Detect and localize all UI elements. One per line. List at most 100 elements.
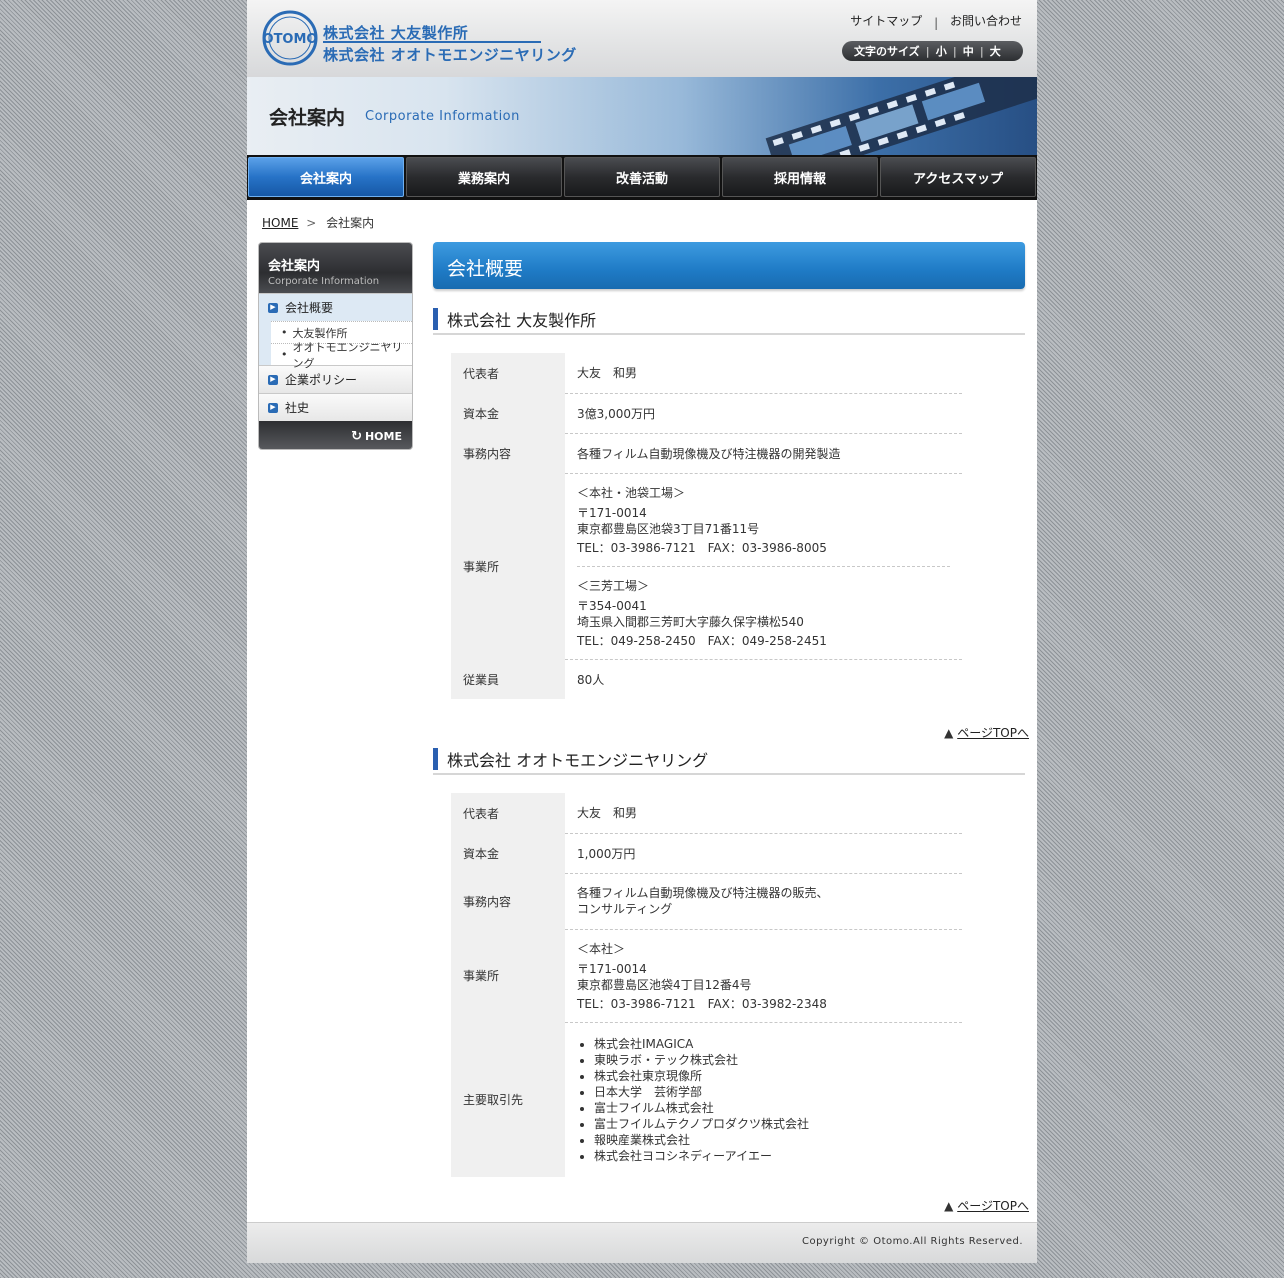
row-value: 大友 和男 <box>565 793 962 834</box>
row-label: 資本金 <box>451 833 565 873</box>
breadcrumb-home-link[interactable]: HOME <box>262 216 298 230</box>
page-top-link[interactable]: ページTOPへ <box>957 726 1029 740</box>
office-block: ＜本社・池袋工場＞ 〒171-0014 東京都豊島区池袋3丁目71番11号 TE… <box>577 474 950 566</box>
main-content: 会社概要 株式会社 大友製作所 代表者 大友 和男 資本金 3億3,000万円 … <box>433 242 1029 1213</box>
list-item: 東映ラボ・テック株式会社 <box>594 1052 950 1068</box>
utility-links: サイトマップ | お問い合わせ <box>850 12 1022 30</box>
row-label: 事業所 <box>451 929 565 1022</box>
row-value: ＜本社・池袋工場＞ 〒171-0014 東京都豊島区池袋3丁目71番11号 TE… <box>565 473 962 660</box>
nav-item-improvement[interactable]: 改善活動 <box>564 157 720 197</box>
utility-separator: | <box>934 16 939 30</box>
page: OTOMO 株式会社 大友製作所 株式会社 オオトモエンジニヤリング サイトマッ… <box>247 0 1037 1263</box>
table-row: 主要取引先 株式会社IMAGICA 東映ラボ・テック株式会社 株式会社東京現像所… <box>451 1022 962 1177</box>
table-row: 資本金 3億3,000万円 <box>451 393 962 434</box>
arrow-right-icon: ▶ <box>268 374 278 385</box>
row-label: 主要取引先 <box>451 1022 565 1177</box>
triangle-up-icon: ▲ <box>944 726 954 740</box>
sidebar-subitems: • 大友製作所 • オオトモエンジニヤリング <box>259 321 412 370</box>
company-info-table: 代表者 大友 和男 資本金 3億3,000万円 事務内容 各種フィルム自動現像機… <box>451 353 962 699</box>
row-value: 80人 <box>577 672 605 687</box>
client-list: 株式会社IMAGICA 東映ラボ・テック株式会社 株式会社東京現像所 日本大学 … <box>577 1036 950 1164</box>
arrow-right-icon: ▶ <box>268 402 278 413</box>
business-line: コンサルティング <box>577 902 673 916</box>
font-size-medium-button[interactable]: 中 <box>963 43 974 59</box>
section-title: 会社概要 <box>433 242 1025 289</box>
office-zip: 〒171-0014 <box>577 505 647 520</box>
sidebar-title: 会社案内 <box>268 259 321 274</box>
nav-item-business[interactable]: 業務案内 <box>406 157 562 197</box>
row-label: 事業所 <box>451 473 565 659</box>
sidebar-item-history[interactable]: ▶ 社史 <box>259 393 412 421</box>
sidebar-item-label: 企業ポリシー <box>285 373 358 387</box>
office-name: ＜本社・池袋工場＞ <box>577 485 686 500</box>
table-row: 事業所 ＜本社＞ 〒171-0014 東京都豊島区池袋4丁目12番4号 TEL：… <box>451 929 962 1023</box>
list-item: 株式会社ヨコシネディーアイエー <box>594 1148 950 1164</box>
font-size-small-button[interactable]: 小 <box>936 43 947 59</box>
row-label: 従業員 <box>451 659 565 699</box>
otomo-logo-icon[interactable]: OTOMO <box>262 10 318 66</box>
page-banner: 会社案内 Corporate Information <box>247 77 1037 155</box>
company-name-1: 株式会社 大友製作所 <box>323 24 469 42</box>
nav-item-recruit[interactable]: 採用情報 <box>722 157 878 197</box>
row-value: 各種フィルム自動現像機及び特注機器の開発製造 <box>565 433 962 474</box>
copyright-text: Copyright © Otomo.All Rights Reserved. <box>801 1236 1023 1247</box>
table-row: 従業員 80人 <box>451 659 962 699</box>
office-tel: TEL：03-3986-7121 FAX：03-3986-8005 <box>577 540 827 555</box>
nav-item-access[interactable]: アクセスマップ <box>880 157 1036 197</box>
sidebar-home-button[interactable]: ↻ HOME <box>259 421 412 449</box>
office-tel: TEL：03-3986-7121 FAX：03-3982-2348 <box>577 996 827 1011</box>
sidebar-subitem-label: オオトモエンジニヤリング <box>292 340 403 370</box>
office-address: 東京都豊島区池袋3丁目71番11号 <box>577 521 760 536</box>
company-name-2: 株式会社 オオトモエンジニヤリング <box>323 46 577 64</box>
logo-mark-text: OTOMO <box>263 32 318 47</box>
page-top-link-2: ▲ ページTOPへ <box>944 1197 1029 1214</box>
table-row: 事務内容 各種フィルム自動現像機及び特注機器の開発製造 <box>451 433 962 474</box>
list-item: 富士フイルム株式会社 <box>594 1100 950 1116</box>
list-item: 日本大学 芸術学部 <box>594 1084 950 1100</box>
sidebar-subitem-otomo-engineering[interactable]: • オオトモエンジニヤリング <box>271 341 412 370</box>
bullet-icon: • <box>281 326 288 339</box>
row-value: 株式会社IMAGICA 東映ラボ・テック株式会社 株式会社東京現像所 日本大学 … <box>565 1022 962 1177</box>
triangle-up-icon: ▲ <box>944 1199 954 1213</box>
sitemap-link[interactable]: サイトマップ <box>850 14 922 28</box>
sidebar-item-label: 会社概要 <box>285 301 334 315</box>
office-zip: 〒354-0041 <box>577 598 647 613</box>
row-value: 各種フィルム自動現像機及び特注機器の販売、 コンサルティング <box>565 873 962 930</box>
page-top-link[interactable]: ページTOPへ <box>957 1199 1029 1213</box>
font-size-switcher: 文字のサイズ | 小 | 中 | 大 <box>842 41 1023 61</box>
row-label: 資本金 <box>451 393 565 433</box>
chevron-right-icon: > <box>306 216 317 230</box>
breadcrumb-current: 会社案内 <box>326 216 375 230</box>
font-size-divider: | <box>925 44 930 58</box>
list-item: 富士フイルムテクノプロダクツ株式会社 <box>594 1116 950 1132</box>
font-size-label: 文字のサイズ <box>854 45 920 58</box>
row-label: 事務内容 <box>451 873 565 929</box>
list-item: 株式会社IMAGICA <box>594 1036 950 1052</box>
footer: Copyright © Otomo.All Rights Reserved. <box>247 1222 1037 1263</box>
table-row: 事業所 ＜本社・池袋工場＞ 〒171-0014 東京都豊島区池袋3丁目71番11… <box>451 473 962 660</box>
row-label: 事務内容 <box>451 433 565 473</box>
refresh-icon: ↻ <box>351 428 362 444</box>
sidebar-item-overview[interactable]: ▶ 会社概要 <box>259 293 412 321</box>
table-row: 代表者 大友 和男 <box>451 793 962 834</box>
global-nav: 会社案内 業務案内 改善活動 採用情報 アクセスマップ <box>247 155 1037 200</box>
contact-link[interactable]: お問い合わせ <box>950 14 1022 28</box>
table-row: 代表者 大友 和男 <box>451 353 962 394</box>
arrow-right-icon: ▶ <box>268 302 278 313</box>
sidebar-header: 会社案内 Corporate Information <box>259 243 412 293</box>
banner-subtitle: Corporate Information <box>365 109 520 124</box>
banner-title: 会社案内 <box>269 107 346 129</box>
sidebar-item-label: 社史 <box>285 401 310 415</box>
nav-item-company[interactable]: 会社案内 <box>248 157 404 197</box>
office-address: 埼玉県入間郡三芳町大字藤久保字横松540 <box>577 614 804 629</box>
sidebar-home-label: HOME <box>364 429 402 443</box>
office-name: ＜本社＞ <box>577 941 626 956</box>
font-size-divider: | <box>979 44 984 58</box>
logo-divider <box>323 41 541 43</box>
font-size-large-button[interactable]: 大 <box>990 43 1001 59</box>
row-label: 代表者 <box>451 793 565 833</box>
row-value: ＜本社＞ 〒171-0014 東京都豊島区池袋4丁目12番4号 TEL：03-3… <box>565 929 962 1023</box>
page-top-link-1: ▲ ページTOPへ <box>944 724 1029 741</box>
bullet-icon: • <box>281 348 288 361</box>
office-zip: 〒171-0014 <box>577 961 647 976</box>
